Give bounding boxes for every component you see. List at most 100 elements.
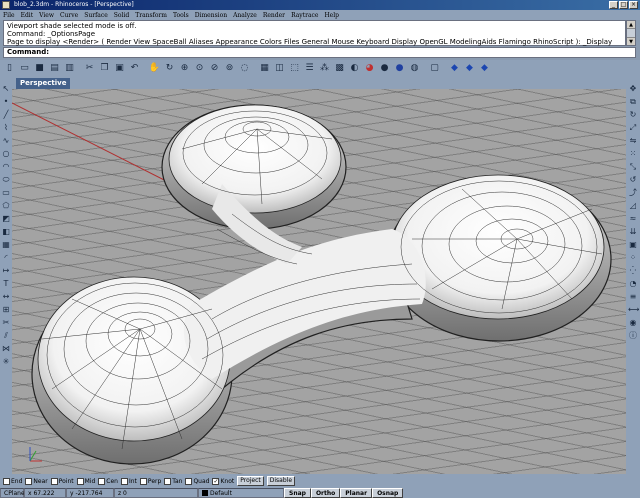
curve-icon[interactable]: ∿	[1, 135, 11, 146]
cut-icon[interactable]: ✂	[83, 62, 96, 75]
shaded-sphere-icon[interactable]: ●	[378, 62, 391, 75]
menu-surface[interactable]: Surface	[84, 12, 108, 19]
explode-icon[interactable]: ✳	[1, 356, 11, 367]
rhino-app-icon[interactable]	[2, 1, 10, 9]
move-icon[interactable]: ✥	[628, 83, 638, 94]
fillet-icon[interactable]: ◜	[1, 252, 11, 263]
array-icon[interactable]: ⁙	[628, 148, 638, 159]
menu-render[interactable]: Render	[263, 12, 285, 19]
current-layer[interactable]: Default	[198, 487, 284, 498]
object-properties-icon[interactable]: ⁂	[318, 62, 331, 75]
pan-hand-icon[interactable]: ✋	[148, 62, 161, 75]
point-icon[interactable]: •	[1, 96, 11, 107]
points-on-icon[interactable]: ⁘	[628, 252, 638, 263]
hide-icon[interactable]: ◐	[348, 62, 361, 75]
osnap-tan[interactable]: Tan	[164, 477, 182, 485]
scroll-down-icon[interactable]: ▼	[627, 37, 635, 45]
solid-shaded-icon[interactable]: ◆	[463, 62, 476, 75]
twist-icon[interactable]: ↺	[628, 174, 638, 185]
bend-icon[interactable]: ⤴	[628, 187, 638, 198]
undo-view-icon[interactable]: ◌	[238, 62, 251, 75]
layers-icon[interactable]: ☰	[303, 62, 316, 75]
ellipse-icon[interactable]: ⬭	[1, 174, 11, 185]
select-all-icon[interactable]: ▩	[333, 62, 346, 75]
polygon-icon[interactable]: ⬠	[1, 200, 11, 211]
osnap-quad[interactable]: Quad	[185, 477, 209, 485]
copy-transform-icon[interactable]: ⧉	[628, 96, 638, 107]
menu-solid[interactable]: Solid	[114, 12, 129, 19]
render-sphere-icon[interactable]: ●	[393, 62, 406, 75]
command-history[interactable]: Viewport shade selected mode is off. Com…	[3, 20, 626, 46]
osnap-int[interactable]: Int	[120, 477, 137, 485]
zoom-icon[interactable]: ⊕	[178, 62, 191, 75]
solid-box-icon[interactable]: ◆	[448, 62, 461, 75]
print-icon[interactable]: ▤	[48, 62, 61, 75]
disable-button[interactable]: Disable	[266, 476, 296, 486]
arc-icon[interactable]: ◠	[1, 161, 11, 172]
split-icon[interactable]: ⫽	[1, 330, 11, 341]
osnap-end[interactable]: End	[3, 477, 22, 485]
polyline-icon[interactable]: ⌇	[1, 122, 11, 133]
dimension-icon[interactable]: ↔	[1, 291, 11, 302]
points-off-icon[interactable]: ⁛	[628, 265, 638, 276]
minimize-button[interactable]: _	[609, 1, 618, 9]
history-scrollbar[interactable]: ▲ ▼	[626, 20, 636, 46]
solid-icon[interactable]: ◧	[1, 226, 11, 237]
close-button[interactable]: ×	[629, 1, 638, 9]
light-bulb-icon[interactable]: ◍	[408, 62, 421, 75]
paste-icon[interactable]: ▣	[113, 62, 126, 75]
rotate-view-icon[interactable]: ↻	[163, 62, 176, 75]
menu-file[interactable]: File	[3, 12, 15, 19]
join-icon[interactable]: ⋈	[1, 343, 11, 354]
menu-tools[interactable]: Tools	[173, 12, 189, 19]
menu-raytrace[interactable]: Raytrace	[291, 12, 318, 19]
extend-icon[interactable]: ↦	[1, 265, 11, 276]
viewport-title-tab[interactable]: Perspective	[16, 78, 71, 89]
menu-dimension[interactable]: Dimension	[195, 12, 227, 19]
zebra-icon[interactable]: ≡	[628, 291, 638, 302]
maximize-button[interactable]: □	[619, 1, 628, 9]
open-folder-icon[interactable]: ▭	[18, 62, 31, 75]
copy-icon[interactable]: ❐	[98, 62, 111, 75]
project-button[interactable]: Project	[237, 476, 264, 486]
distance-icon[interactable]: ⟷	[628, 304, 639, 315]
taper-icon[interactable]: ◿	[628, 200, 638, 211]
perspective-viewport[interactable]	[12, 89, 626, 483]
planar-toggle[interactable]: Planar	[340, 487, 373, 498]
line-icon[interactable]: ╱	[1, 109, 11, 120]
rectangle-icon[interactable]: ▭	[1, 187, 11, 198]
render-icon[interactable]: ◉	[628, 317, 638, 328]
zoom-window-icon[interactable]: ⊙	[193, 62, 206, 75]
project-icon[interactable]: ⇊	[628, 226, 638, 237]
properties-icon[interactable]: ⓘ	[628, 330, 638, 341]
menu-edit[interactable]: Edit	[21, 12, 34, 19]
flow-icon[interactable]: ≈	[628, 213, 638, 224]
scroll-up-icon[interactable]: ▲	[627, 21, 635, 29]
rotate-icon[interactable]: ↻	[628, 109, 638, 120]
command-input[interactable]	[52, 48, 632, 57]
menu-analyze[interactable]: Analyze	[233, 12, 257, 19]
menu-help[interactable]: Help	[324, 12, 339, 19]
solid-extrude-icon[interactable]: ◆	[478, 62, 491, 75]
zoom-selected-icon[interactable]: ⊚	[223, 62, 236, 75]
surface-icon[interactable]: ◩	[1, 213, 11, 224]
osnap-perp[interactable]: Perp	[139, 477, 161, 485]
save-icon[interactable]: ■	[33, 62, 46, 75]
osnap-mid[interactable]: Mid	[76, 477, 95, 485]
menu-curve[interactable]: Curve	[60, 12, 78, 19]
color-wheel-icon[interactable]: ◕	[363, 62, 376, 75]
osnap-cen[interactable]: Cen	[98, 477, 118, 485]
ortho-toggle[interactable]: Ortho	[310, 487, 341, 498]
mesh-icon[interactable]: ▦	[1, 239, 11, 250]
menu-transform[interactable]: Transform	[135, 12, 167, 19]
group-icon[interactable]: ⊞	[1, 304, 11, 315]
analyze-curvature-icon[interactable]: ◔	[628, 278, 638, 289]
import-icon[interactable]: ▥	[63, 62, 76, 75]
osnap-near[interactable]: Near	[25, 477, 48, 485]
mirror-icon[interactable]: ⇋	[628, 135, 638, 146]
new-file-icon[interactable]: ▯	[3, 62, 16, 75]
select-icon[interactable]: ⬚	[288, 62, 301, 75]
osnap-toggle[interactable]: Osnap	[372, 487, 404, 498]
osnap-point[interactable]: Point	[50, 477, 74, 485]
snap-toggle[interactable]: Snap	[284, 487, 311, 498]
